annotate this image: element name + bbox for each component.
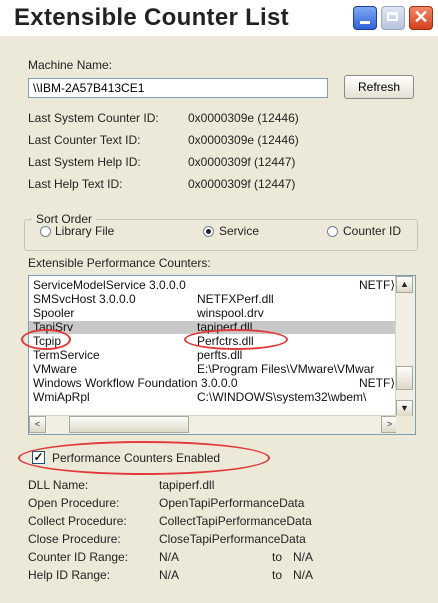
list-item[interactable]: TermService perfts.dll <box>29 349 395 362</box>
list-item[interactable]: Spooler winspool.drv <box>29 307 395 320</box>
dll-name-label: DLL Name: <box>28 478 89 492</box>
list-item-dll: tapiperf.dll <box>197 320 253 334</box>
performance-counters-enabled-checkbox[interactable]: ✓ <box>32 451 45 464</box>
list-item-name: Spooler <box>33 306 75 320</box>
counter-id-range-to-label: to <box>272 550 283 564</box>
help-id-range-label: Help ID Range: <box>28 568 111 582</box>
scroll-corner <box>396 416 415 434</box>
radio-counter-id-label[interactable]: Counter ID <box>343 224 401 238</box>
list-item-name: SMSvcHost 3.0.0.0 <box>33 292 136 306</box>
close-button[interactable]: ✕ <box>409 6 433 30</box>
horizontal-scrollbar[interactable]: < > <box>29 415 398 434</box>
list-item[interactable]: SMSvcHost 3.0.0.0 NETFXPerf.dll <box>29 293 395 306</box>
list-item[interactable]: Windows Workflow Foundation 3.0.0.0 NETF… <box>29 377 395 390</box>
list-item-name: VMware <box>33 362 78 376</box>
maximize-button[interactable] <box>381 6 405 30</box>
list-item-name: TermService <box>33 348 100 362</box>
last-system-counter-id-value: 0x0000309e (12446) <box>188 111 299 125</box>
list-item-selected[interactable]: TapiSrv tapiperf.dll <box>29 321 395 334</box>
minimize-button[interactable] <box>353 6 377 30</box>
dll-name-value: tapiperf.dll <box>159 478 215 492</box>
list-item-dll: C:\WINDOWS\system32\wbem\ <box>197 390 367 404</box>
help-id-range-from: N/A <box>159 568 180 582</box>
list-item-dll: Perfctrs.dll <box>197 334 254 348</box>
collect-procedure-label: Collect Procedure: <box>28 514 127 528</box>
close-procedure-label: Close Procedure: <box>28 532 121 546</box>
last-system-help-id-value: 0x0000309f (12447) <box>188 155 296 169</box>
vertical-scrollbar[interactable]: ▲ ▼ <box>395 276 415 418</box>
last-help-text-id-value: 0x0000309f (12447) <box>188 177 296 191</box>
list-item-extra: NETF⟩ <box>359 278 396 292</box>
machine-name-label: Machine Name: <box>28 58 113 72</box>
counters-list[interactable]: ServiceModelService 3.0.0.0 NETF⟩ SMSvcH… <box>28 275 416 435</box>
last-counter-text-id-value: 0x0000309e (12446) <box>188 133 299 147</box>
list-item-name: Tcpip <box>33 334 62 348</box>
close-procedure-value: CloseTapiPerformanceData <box>159 532 306 546</box>
list-item[interactable]: Tcpip Perfctrs.dll <box>29 335 395 348</box>
radio-counter-id[interactable] <box>327 226 338 237</box>
list-item[interactable]: ServiceModelService 3.0.0.0 NETF⟩ <box>29 279 395 292</box>
radio-service[interactable] <box>203 226 214 237</box>
counter-id-range-from: N/A <box>159 550 180 564</box>
scroll-left-icon[interactable]: < <box>29 416 46 433</box>
last-counter-text-id-label: Last Counter Text ID: <box>28 133 141 147</box>
last-help-text-id-label: Last Help Text ID: <box>28 177 123 191</box>
refresh-button[interactable]: Refresh <box>344 75 414 99</box>
scroll-thumb[interactable] <box>396 366 413 390</box>
window-title: Extensible Counter List <box>14 4 289 31</box>
last-system-counter-id-label: Last System Counter ID: <box>28 111 159 125</box>
list-item-name: WmiApRpl <box>33 390 90 404</box>
help-id-range-to-label: to <box>272 568 283 582</box>
last-system-help-id-label: Last System Help ID: <box>28 155 141 169</box>
scroll-up-icon[interactable]: ▲ <box>396 276 413 293</box>
list-item-dll: NETFXPerf.dll <box>197 292 274 306</box>
machine-name-input[interactable]: \\IBM-2A57B413CE1 <box>28 78 328 98</box>
scroll-down-icon[interactable]: ▼ <box>396 400 413 417</box>
list-item[interactable]: WmiApRpl C:\WINDOWS\system32\wbem\ <box>29 391 395 404</box>
list-item-dll: E:\Program Files\VMware\VMwar <box>197 362 375 376</box>
list-item-name: ServiceModelService 3.0.0.0 <box>33 278 186 292</box>
list-item-name: Windows Workflow Foundation 3.0.0.0 <box>33 376 238 390</box>
list-item-dll: perfts.dll <box>197 348 243 362</box>
counter-id-range-to: N/A <box>293 550 314 564</box>
horizontal-scroll-thumb[interactable] <box>69 416 189 433</box>
radio-library-file[interactable] <box>40 226 51 237</box>
open-procedure-value: OpenTapiPerformanceData <box>159 496 305 510</box>
counter-id-range-label: Counter ID Range: <box>28 550 129 564</box>
help-id-range-to: N/A <box>293 568 314 582</box>
collect-procedure-value: CollectTapiPerformanceData <box>159 514 312 528</box>
open-procedure-label: Open Procedure: <box>28 496 120 510</box>
list-item[interactable]: VMware E:\Program Files\VMware\VMwar <box>29 363 395 376</box>
list-item-extra: NETF⟩ <box>359 376 396 390</box>
radio-library-file-label[interactable]: Library File <box>55 224 114 238</box>
radio-service-label[interactable]: Service <box>219 224 259 238</box>
performance-counters-enabled-label[interactable]: Performance Counters Enabled <box>52 451 220 465</box>
title-bar[interactable]: Extensible Counter List ✕ <box>0 0 438 36</box>
counter-list-window: Extensible Counter List ✕ Machine Name: … <box>0 0 438 603</box>
list-item-dll: winspool.drv <box>197 306 264 320</box>
counters-list-label: Extensible Performance Counters: <box>28 256 211 270</box>
list-item-name: TapiSrv <box>33 320 74 334</box>
